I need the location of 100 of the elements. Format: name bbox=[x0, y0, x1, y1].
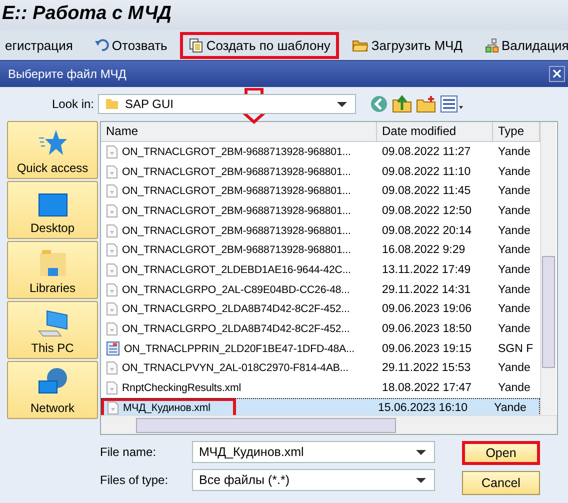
file-row[interactable]: ON_TRNACLGROT_2BM-9688713928-968801... 09.08.2022 11:45 Yande bbox=[101, 181, 540, 202]
file-name: ON_TRNACLGRPO_2AL-C89E04BD-CC26-48... bbox=[122, 284, 350, 296]
date-cell-text: 29.11.2022 14:31 bbox=[381, 282, 472, 298]
date-cell-text: 09.08.2022 11:45 bbox=[381, 184, 472, 200]
file-name: ON_TRNACLGROT_2BM-9688713928-968801... bbox=[122, 224, 351, 237]
file-name: ON_TRNACLGRPO_2LDA8B74D42-8C2F-452... bbox=[122, 303, 350, 316]
file-row[interactable]: ON_TRNACLGROT_2BM-9688713928-968801... 09.08.2022 20:14 Yande bbox=[101, 220, 540, 240]
file-row[interactable]: ON_TRNACLGROT_2BM-9688713928-968801... 16.08.2022 9:29 Yande bbox=[101, 240, 540, 260]
file-name: ON_TRNACLGRPO_2LDA8B74D42-8C2F-452... bbox=[122, 323, 350, 336]
file-icon bbox=[106, 381, 118, 396]
file-icon bbox=[106, 361, 118, 376]
type-cell-text: Yande bbox=[497, 322, 532, 338]
new-folder-icon[interactable] bbox=[416, 95, 436, 113]
file-row[interactable]: ON_TRNACLGRPO_2LDA8B74D42-8C2F-452... 09.06.2023 19:06 Yande bbox=[101, 300, 540, 320]
type-cell-text: Yande bbox=[497, 164, 532, 180]
file-icon bbox=[106, 224, 118, 238]
file-icon bbox=[106, 262, 118, 277]
file-row[interactable]: ON_TRNACLPVYN_2AL-018C2970-F814-4AB... 29.11.2022 15:53 Yande bbox=[101, 358, 540, 378]
file-row[interactable]: ON_TRNACLGROT_2BM-9688713928-968801... 09.08.2022 11:27 Yande bbox=[101, 142, 540, 162]
hierarchy-icon bbox=[484, 38, 498, 52]
back-icon[interactable] bbox=[370, 95, 388, 113]
places-item[interactable]: Network bbox=[7, 361, 98, 419]
type-cell-text: SGN F bbox=[497, 342, 534, 357]
file-name: ON_TRNACLGROT_2BM-9688713928-968801... bbox=[122, 185, 351, 198]
look-in-label: Look in: bbox=[50, 97, 95, 111]
date-cell-text: 09.08.2022 11:27 bbox=[381, 144, 472, 160]
view-menu-icon[interactable] bbox=[440, 95, 464, 113]
file-row[interactable]: ON_TRNACLGROT_2BM-9688713928-968801... 09.08.2022 12:50 Yande bbox=[101, 201, 540, 221]
dialog-title: Выберите файл МЧД bbox=[8, 67, 126, 81]
type-cell-text: Yande bbox=[497, 381, 532, 396]
vertical-scrollbar[interactable] bbox=[540, 122, 556, 415]
file-type-dropdown[interactable]: Все файлы (*.*) bbox=[192, 469, 435, 491]
file-icon bbox=[107, 400, 119, 415]
folder-icon bbox=[38, 249, 66, 277]
type-cell-text: Yande bbox=[497, 262, 532, 278]
date-cell-text: 09.06.2023 18:50 bbox=[381, 322, 473, 338]
type-cell-text: Yande bbox=[497, 224, 532, 239]
file-name: ON_TRNACLGROT_2BM-9688713928-968801... bbox=[122, 146, 351, 158]
file-icon bbox=[106, 243, 118, 258]
open-button[interactable]: Open bbox=[462, 441, 540, 465]
file-row[interactable]: ON_TRNACLGRPO_2LDA8B74D42-8C2F-452... 09.06.2023 18:50 Yande bbox=[101, 319, 540, 339]
toolbar-button[interactable]: Создать по шаблону bbox=[180, 32, 340, 58]
toolbar-button[interactable]: егистрация bbox=[0, 32, 82, 58]
file-icon bbox=[106, 302, 118, 316]
monitor-icon bbox=[38, 193, 68, 217]
cancel-button[interactable]: Cancel bbox=[462, 471, 540, 495]
file-icon bbox=[106, 184, 118, 198]
type-cell-text: Yande bbox=[497, 144, 532, 160]
document-icon bbox=[106, 341, 120, 356]
date-cell-text: 16.08.2022 9:29 bbox=[381, 243, 466, 258]
toolbar-button[interactable]: Отозвать bbox=[86, 32, 176, 58]
file-icon bbox=[106, 282, 118, 297]
column-header[interactable]: Date modified bbox=[377, 122, 493, 141]
file-name: ON_TRNACLGROT_2BM-9688713928-968801... bbox=[122, 204, 351, 217]
file-row[interactable]: RnptCheckingResults.xml 18.08.2022 17:47 Yande bbox=[101, 378, 540, 398]
toolbar-button[interactable]: Валидация bbox=[476, 32, 568, 58]
type-cell-text: Yande bbox=[497, 204, 532, 219]
type-cell-text: Yande bbox=[497, 282, 532, 298]
file-row[interactable]: ON_TRNACLPPRIN_2LD20F1BE47-1DFD-48A... 09.06.2023 19:15 SGN F bbox=[101, 338, 540, 359]
file-name: МЧД_Кудинов.xml bbox=[123, 402, 210, 414]
up-folder-icon[interactable] bbox=[392, 95, 412, 113]
file-icon bbox=[106, 322, 118, 336]
file-name: ON_TRNACLGROT_2LDEBD1AE16-9644-42C... bbox=[122, 264, 351, 276]
file-icon bbox=[106, 164, 118, 179]
look-in-dropdown[interactable]: SAP GUI bbox=[98, 94, 356, 114]
column-header[interactable]: Name bbox=[101, 122, 377, 141]
file-name: ON_TRNACLPPRIN_2LD20F1BE47-1DFD-48A... bbox=[124, 342, 355, 355]
file-row[interactable]: МЧД_Кудинов.xml 15.06.2023 16:10 Yande bbox=[101, 398, 540, 415]
file-name: ON_TRNACLGROT_2BM-9688713928-968801... bbox=[122, 244, 351, 256]
date-cell-text: 09.06.2023 19:06 bbox=[381, 302, 473, 318]
horizontal-scrollbar[interactable] bbox=[101, 415, 557, 434]
places-item[interactable]: This PC bbox=[7, 301, 98, 359]
toolbar-button[interactable]: Загрузить МЧД bbox=[343, 32, 472, 58]
file-name: RnptCheckingResults.xml bbox=[122, 382, 241, 394]
file-row[interactable]: ON_TRNACLGRPO_2AL-C89E04BD-CC26-48... 29.11.2022 14:31 Yande bbox=[101, 280, 540, 300]
file-name-field[interactable]: МЧД_Кудинов.xml bbox=[192, 441, 435, 463]
type-cell-text: Yande bbox=[493, 400, 528, 415]
undo-icon bbox=[94, 39, 109, 51]
places-item[interactable]: Desktop bbox=[7, 181, 98, 239]
file-type-label: Files of type: bbox=[100, 473, 170, 487]
date-cell-text: 18.08.2022 17:47 bbox=[381, 381, 473, 396]
file-row[interactable]: ON_TRNACLGROT_2LDEBD1AE16-9644-42C... 13.11.2022 17:49 Yande bbox=[101, 260, 540, 280]
file-name-label: File name: bbox=[100, 445, 158, 459]
date-cell-text: 15.06.2023 16:10 bbox=[377, 400, 469, 415]
folder-icon bbox=[352, 38, 368, 52]
type-cell-text: Yande bbox=[497, 361, 532, 376]
date-cell-text: 09.08.2022 11:10 bbox=[381, 164, 472, 180]
type-cell-text: Yande bbox=[497, 184, 532, 200]
file-name: ON_TRNACLGROT_2BM-9688713928-968801... bbox=[122, 166, 351, 178]
date-cell-text: 29.11.2022 15:53 bbox=[381, 361, 472, 376]
date-cell-text: 09.06.2023 19:15 bbox=[381, 342, 473, 357]
close-button[interactable]: × bbox=[549, 66, 565, 82]
places-item[interactable]: Quick access bbox=[7, 121, 98, 179]
window-title: E:: Работа с МЧД bbox=[0, 0, 568, 30]
places-item[interactable]: Libraries bbox=[7, 241, 98, 299]
documents-icon bbox=[189, 38, 204, 52]
date-cell-text: 13.11.2022 17:49 bbox=[381, 262, 472, 278]
file-row[interactable]: ON_TRNACLGROT_2BM-9688713928-968801... 09.08.2022 11:10 Yande bbox=[101, 162, 540, 182]
date-cell-text: 09.08.2022 12:50 bbox=[381, 204, 473, 219]
file-icon bbox=[106, 144, 118, 159]
